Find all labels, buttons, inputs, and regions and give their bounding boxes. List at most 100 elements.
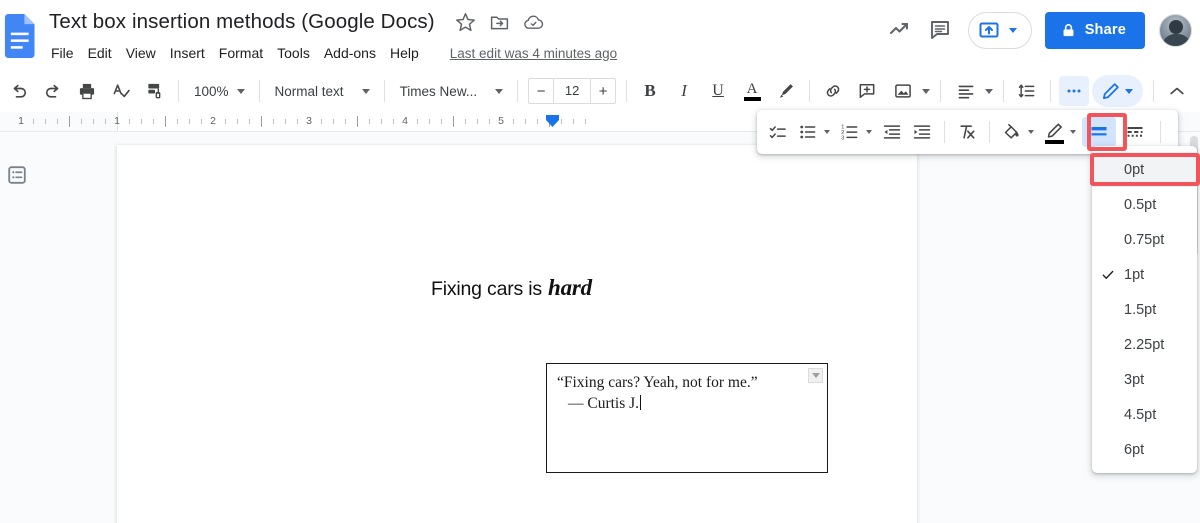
title-row: Text box insertion methods (Google Docs) (46, 8, 544, 36)
lock-icon (1063, 23, 1074, 36)
toolbar-divider (809, 80, 811, 102)
edit-mode-button[interactable] (1092, 75, 1143, 107)
italic-button[interactable]: I (669, 76, 699, 106)
checklist-icon[interactable] (764, 117, 792, 147)
main-toolbar: 100% Normal text Times New... − 12 + B I… (0, 70, 1200, 112)
print-icon[interactable] (72, 76, 102, 106)
textbox-dropdown-handle[interactable] (808, 368, 823, 383)
text-color-button[interactable]: A (737, 76, 767, 106)
ruler-tick (153, 119, 154, 124)
link-icon[interactable] (818, 76, 848, 106)
present-button[interactable] (967, 11, 1032, 49)
border-weight-option-2-25pt[interactable]: 2.25pt (1092, 327, 1197, 362)
insert-image-icon[interactable] (886, 76, 916, 106)
align-chevron-down-icon[interactable] (985, 88, 994, 94)
border-weight-option-1-5pt[interactable]: 1.5pt (1092, 292, 1197, 327)
heading-plain-text: Fixing cars is (431, 278, 542, 300)
spellcheck-icon[interactable] (106, 76, 136, 106)
last-edit-link[interactable]: Last edit was 4 minutes ago (450, 46, 617, 61)
underline-button[interactable]: U (703, 76, 733, 106)
paragraph-style-select[interactable]: Normal text (266, 76, 378, 106)
star-icon[interactable] (455, 12, 476, 33)
border-weight-option-label: 1.5pt (1124, 301, 1157, 318)
bold-button[interactable]: B (635, 76, 665, 106)
cloud-saved-icon[interactable] (523, 12, 544, 33)
bulleted-list-icon[interactable] (794, 117, 822, 147)
ruler-tick (585, 119, 586, 124)
border-weight-option-0pt[interactable]: 0pt (1092, 152, 1197, 187)
font-size-input[interactable]: 12 (553, 78, 592, 104)
ruler-tick (357, 116, 358, 127)
numbered-list-chevron-down-icon[interactable] (866, 130, 872, 134)
text-box[interactable]: “Fixing cars? Yeah, not for me.” — Curti… (546, 363, 828, 473)
document-page[interactable]: Fixing cars is hard “Fixing cars? Yeah, n… (117, 145, 917, 523)
ruler-tick (261, 116, 262, 127)
more-options-icon[interactable] (1059, 76, 1090, 106)
bulleted-list-chevron-down-icon[interactable] (824, 130, 830, 134)
move-to-folder-icon[interactable] (489, 12, 510, 33)
border-weight-option-label: 4.5pt (1124, 406, 1157, 423)
undo-icon[interactable] (4, 76, 34, 106)
increase-indent-icon[interactable] (908, 117, 936, 147)
menu-help[interactable]: Help (383, 42, 426, 64)
decrease-indent-icon[interactable] (878, 117, 906, 147)
paint-format-icon[interactable] (140, 76, 170, 106)
menu-file[interactable]: File (44, 42, 81, 64)
insert-image-chevron-down-icon[interactable] (922, 88, 931, 94)
border-weight-option-1pt[interactable]: 1pt (1092, 257, 1197, 292)
share-button[interactable]: Share (1044, 11, 1145, 49)
redo-icon[interactable] (38, 76, 68, 106)
toolbar-divider (517, 80, 519, 102)
border-weight-option-3pt[interactable]: 3pt (1092, 362, 1197, 397)
menu-format[interactable]: Format (212, 42, 270, 64)
text-box-content[interactable]: “Fixing cars? Yeah, not for me.” — Curti… (557, 373, 807, 415)
text-box-line-2-wrap: — Curtis J. (568, 394, 807, 415)
avatar[interactable] (1159, 13, 1192, 47)
clear-formatting-icon[interactable] (953, 117, 981, 147)
border-color-icon[interactable] (1040, 117, 1068, 147)
border-weight-icon[interactable] (1082, 117, 1116, 147)
ruler-label: 1 (114, 115, 120, 127)
menu-tools[interactable]: Tools (270, 42, 317, 64)
fill-color-chevron-down-icon[interactable] (1028, 130, 1034, 134)
numbered-list-icon[interactable]: 1 2 3 (836, 117, 864, 147)
border-weight-option-0-5pt[interactable]: 0.5pt (1092, 187, 1197, 222)
document-outline-icon[interactable] (4, 162, 30, 188)
fill-color-icon[interactable] (998, 117, 1026, 147)
ruler-tick (489, 119, 490, 124)
document-title[interactable]: Text box insertion methods (Google Docs) (46, 8, 438, 36)
border-weight-option-4-5pt[interactable]: 4.5pt (1092, 397, 1197, 432)
menu-add-ons[interactable]: Add-ons (317, 42, 383, 64)
font-family-select[interactable]: Times New... (391, 76, 512, 106)
toolbar-divider (1153, 80, 1154, 102)
text-box-line-2: — Curtis J. (568, 394, 640, 412)
activity-trend-icon[interactable] (880, 10, 920, 50)
ruler-tick (465, 119, 466, 124)
font-size-increase-button[interactable]: + (591, 79, 615, 103)
font-size-decrease-button[interactable]: − (529, 79, 553, 103)
menu-edit[interactable]: Edit (81, 42, 119, 64)
title-icon-group (455, 12, 544, 33)
highlight-pen-icon[interactable] (771, 76, 801, 106)
border-weight-option-6pt[interactable]: 6pt (1092, 432, 1197, 467)
text-box-line-1: “Fixing cars? Yeah, not for me.” (557, 374, 758, 391)
menu-insert[interactable]: Insert (163, 42, 212, 64)
collapse-chevron-icon[interactable] (1162, 76, 1192, 106)
comments-icon[interactable] (920, 10, 960, 50)
add-comment-icon[interactable] (852, 76, 882, 106)
check-icon (1102, 270, 1114, 279)
ruler-tick (369, 119, 370, 124)
border-weight-option-label: 2.25pt (1124, 336, 1165, 353)
text-cursor (640, 394, 642, 410)
menu-view[interactable]: View (119, 42, 163, 64)
line-spacing-icon[interactable] (1012, 76, 1042, 106)
ruler-tick (273, 119, 274, 124)
border-dash-icon[interactable] (1118, 117, 1152, 147)
document-canvas: Fixing cars is hard “Fixing cars? Yeah, n… (0, 132, 1200, 523)
zoom-select[interactable]: 100% (185, 76, 253, 106)
border-color-chevron-down-icon[interactable] (1070, 130, 1076, 134)
border-weight-option-0-75pt[interactable]: 0.75pt (1092, 222, 1197, 257)
present-chevron-down-icon[interactable] (1008, 27, 1017, 33)
app-header: Text box insertion methods (Google Docs)… (0, 0, 1200, 70)
align-left-icon[interactable] (949, 76, 979, 106)
